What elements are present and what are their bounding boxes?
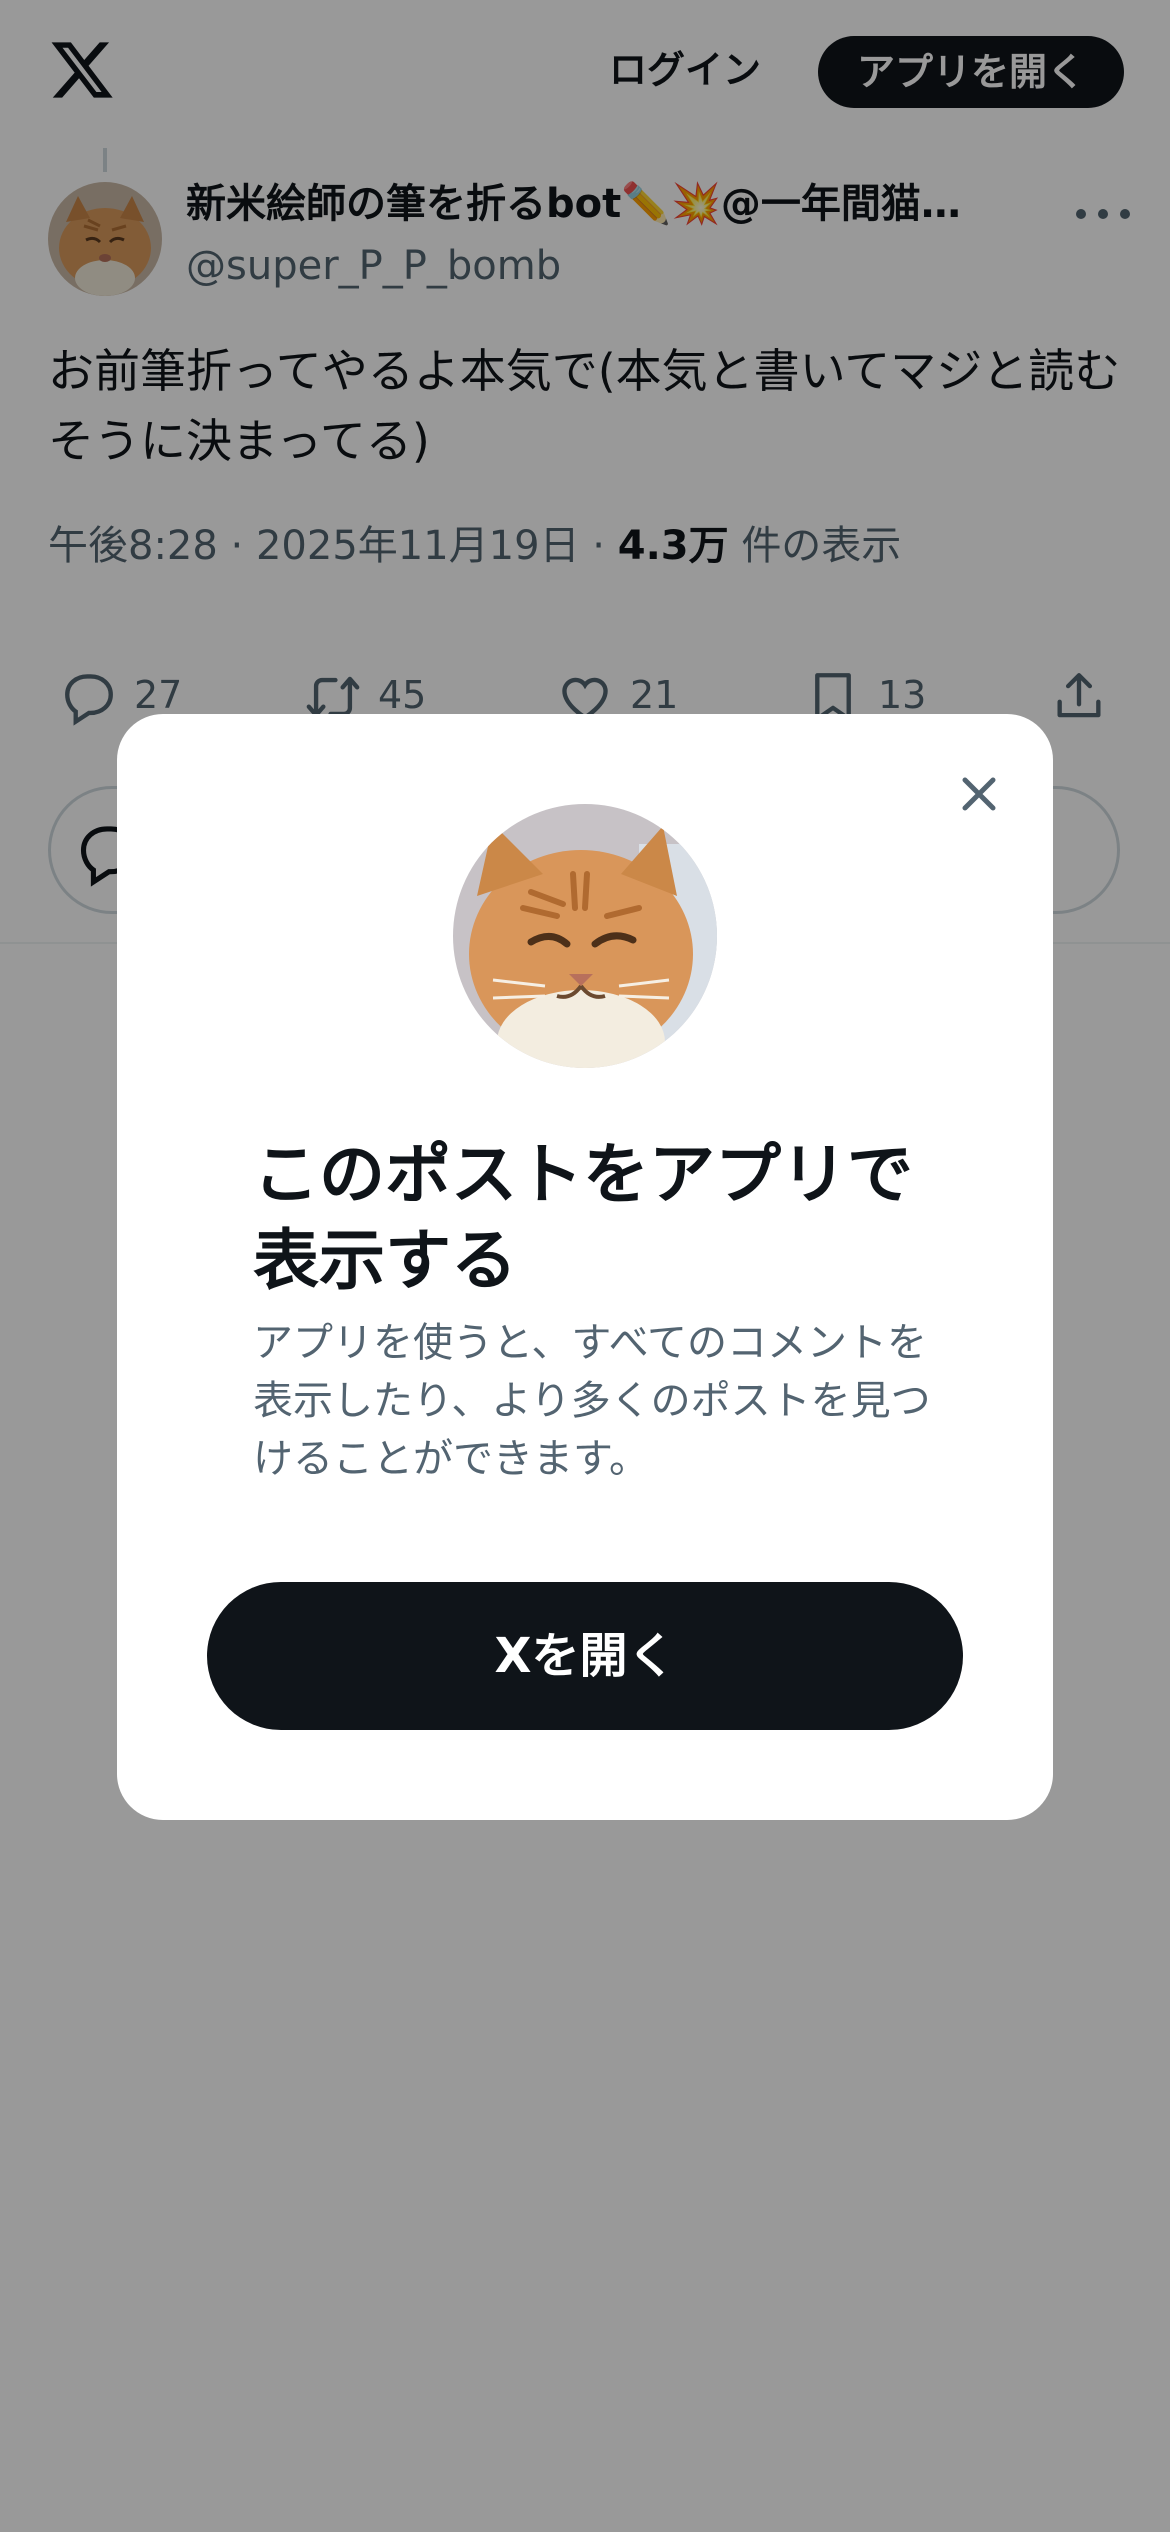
open-x-button[interactable]: Xを開く [207,1582,963,1730]
close-icon[interactable] [947,762,1011,826]
modal-title: このポストをアプリで表示する [253,1136,913,1299]
modal-description: アプリを使うと、すべてのコメントを表示したり、より多くのポストを見つけることがで… [253,1320,931,1482]
open-in-app-modal: このポストをアプリで表示する アプリを使うと、すべてのコメントを表示したり、より… [117,714,1053,1820]
avatar [453,804,717,1068]
